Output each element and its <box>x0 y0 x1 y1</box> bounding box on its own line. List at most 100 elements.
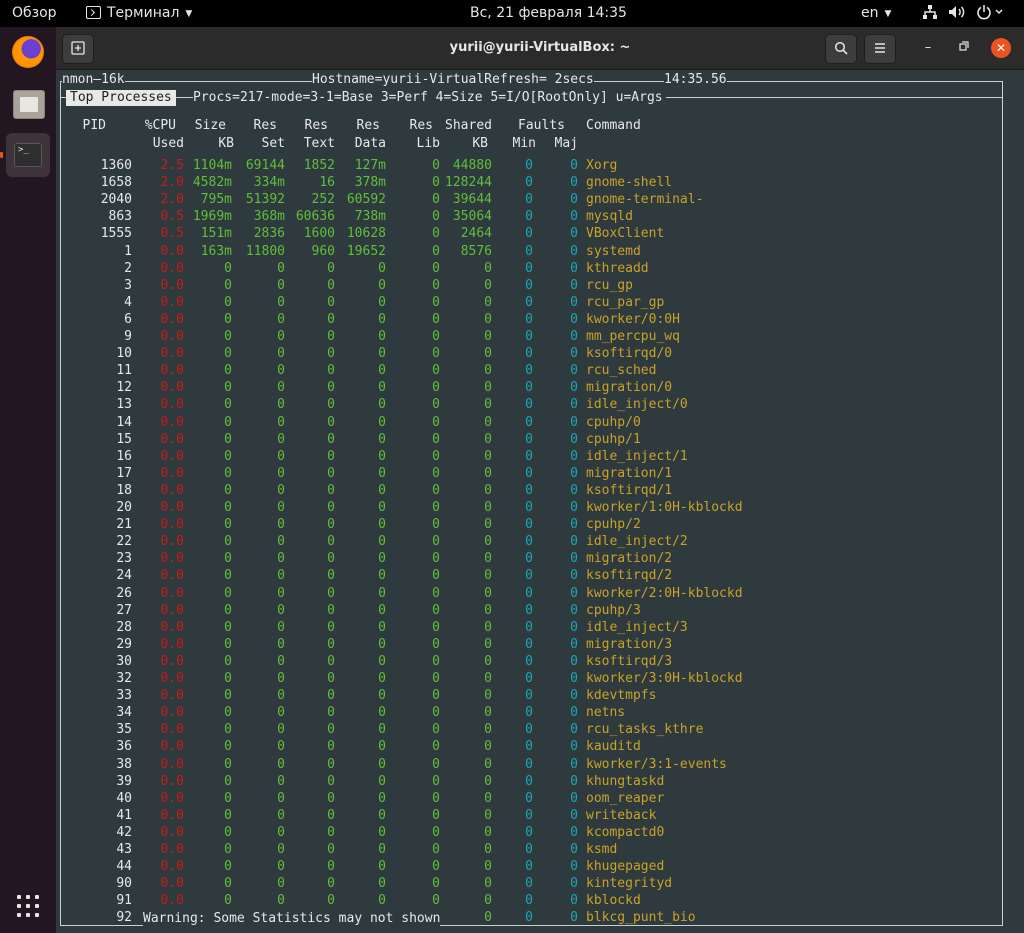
cell-res-data: 0 <box>378 432 386 447</box>
column-header: Res <box>409 118 433 133</box>
cell-shared: 0 <box>484 295 492 310</box>
cell-min: 0 <box>525 722 533 737</box>
cell-cpu: 0.0 <box>160 825 184 840</box>
cell-size: 0 <box>224 312 232 327</box>
cell-cpu: 0.0 <box>160 415 184 430</box>
terminal-screen[interactable]: nmon—16k Hostname=yurii-VirtualRefresh= … <box>56 70 1024 933</box>
cell-cpu: 0.0 <box>160 278 184 293</box>
keyboard-layout[interactable]: en ▼ <box>861 0 891 27</box>
cell-size: 0 <box>224 397 232 412</box>
cell-shared: 0 <box>484 893 492 908</box>
cell-shared: 0 <box>484 637 492 652</box>
cell-cpu: 0.0 <box>160 654 184 669</box>
cell-cpu: 2.0 <box>160 192 184 207</box>
cell-res-data: 10628 <box>346 226 386 241</box>
network-icon[interactable] <box>922 0 938 27</box>
cell-min: 0 <box>525 346 533 361</box>
volume-icon[interactable] <box>948 0 966 27</box>
cell-cpu: 0.0 <box>160 739 184 754</box>
cell-min: 0 <box>525 586 533 601</box>
warning-line: Warning: Some Statistics may not shown <box>143 911 441 927</box>
dock-firefox[interactable] <box>6 30 50 74</box>
cell-size: 0 <box>224 261 232 276</box>
cell-pid: 33 <box>116 688 132 703</box>
cell-command: systemd <box>586 244 641 259</box>
power-icon[interactable] <box>976 0 1006 27</box>
cell-res-data: 0 <box>378 876 386 891</box>
cell-size: 0 <box>224 825 232 840</box>
nmon-version: nmon—16k <box>62 72 125 88</box>
cell-cpu: 0.0 <box>160 791 184 806</box>
cell-command: cpuhp/2 <box>586 517 641 532</box>
cell-res-text: 1600 <box>303 226 335 241</box>
cell-pid: 28 <box>116 620 132 635</box>
cell-cpu: 0.0 <box>160 551 184 566</box>
files-icon <box>13 90 45 119</box>
cell-res-lib: 0 <box>432 637 440 652</box>
cell-maj: 0 <box>570 893 578 908</box>
cell-pid: 41 <box>116 808 132 823</box>
cell-res-text: 0 <box>327 466 335 481</box>
hamburger-menu-button[interactable] <box>864 34 896 64</box>
cell-maj: 0 <box>570 432 578 447</box>
search-button[interactable] <box>825 34 857 64</box>
cell-command: cpuhp/3 <box>586 603 641 618</box>
cell-cpu: 2.0 <box>160 175 184 190</box>
close-button[interactable]: ✕ <box>991 38 1011 58</box>
cell-command: kthreadd <box>586 261 649 276</box>
cell-res-data: 0 <box>378 534 386 549</box>
column-header: Size <box>194 118 226 133</box>
cell-command: oom_reaper <box>586 791 665 806</box>
maximize-button[interactable] <box>954 38 974 58</box>
dock-terminal[interactable]: >_ <box>0 133 50 177</box>
minimize-button[interactable]: – <box>918 38 938 58</box>
cell-res-set: 0 <box>277 808 285 823</box>
cell-cpu: 0.0 <box>160 483 184 498</box>
clock[interactable]: Вс, 21 февраля 14:35 <box>470 0 627 27</box>
cell-res-lib: 0 <box>432 346 440 361</box>
cell-res-set: 334m <box>253 175 285 190</box>
cell-min: 0 <box>525 449 533 464</box>
cell-min: 0 <box>525 705 533 720</box>
cell-res-text: 0 <box>327 705 335 720</box>
cell-command: idle_inject/3 <box>586 620 688 635</box>
cell-res-lib: 0 <box>432 380 440 395</box>
cell-res-set: 0 <box>277 312 285 327</box>
dock-files[interactable] <box>6 81 50 125</box>
app-menu[interactable]: Терминал ▼ <box>86 0 192 27</box>
cell-min: 0 <box>525 192 533 207</box>
cell-res-data: 0 <box>378 363 386 378</box>
cell-command: migration/2 <box>586 551 673 566</box>
cell-size: 0 <box>224 654 232 669</box>
cell-maj: 0 <box>570 637 578 652</box>
cell-res-text: 1852 <box>303 158 335 173</box>
hamburger-icon <box>875 43 885 53</box>
app-menu-label: Терминал <box>107 5 180 21</box>
new-tab-button[interactable] <box>62 34 94 64</box>
cell-res-text: 0 <box>327 825 335 840</box>
column-header: Set <box>261 136 285 151</box>
cell-size: 0 <box>224 722 232 737</box>
cell-size: 0 <box>224 449 232 464</box>
cell-res-data: 0 <box>378 893 386 908</box>
cell-res-set: 0 <box>277 842 285 857</box>
cell-res-lib: 0 <box>432 586 440 601</box>
cell-size: 0 <box>224 534 232 549</box>
cell-shared: 128244 <box>445 175 492 190</box>
cell-shared: 0 <box>484 722 492 737</box>
cell-size: 0 <box>224 859 232 874</box>
title-bar[interactable]: yurii@yurii-VirtualBox: ~ – ✕ <box>56 27 1024 70</box>
cell-res-lib: 0 <box>432 722 440 737</box>
cell-res-data: 0 <box>378 415 386 430</box>
app-grid-icon[interactable] <box>17 895 39 917</box>
cell-res-set: 0 <box>277 791 285 806</box>
cell-res-data: 0 <box>378 774 386 789</box>
cell-command: gnome-terminal- <box>586 192 704 207</box>
cell-shared: 0 <box>484 517 492 532</box>
top-bar: Обзор Терминал ▼ Вс, 21 февраля 14:35 en ▼ <box>0 0 1024 27</box>
cell-res-data: 0 <box>378 295 386 310</box>
cell-maj: 0 <box>570 397 578 412</box>
cell-maj: 0 <box>570 192 578 207</box>
activities-button[interactable]: Обзор <box>12 0 57 27</box>
cell-res-data: 0 <box>378 380 386 395</box>
